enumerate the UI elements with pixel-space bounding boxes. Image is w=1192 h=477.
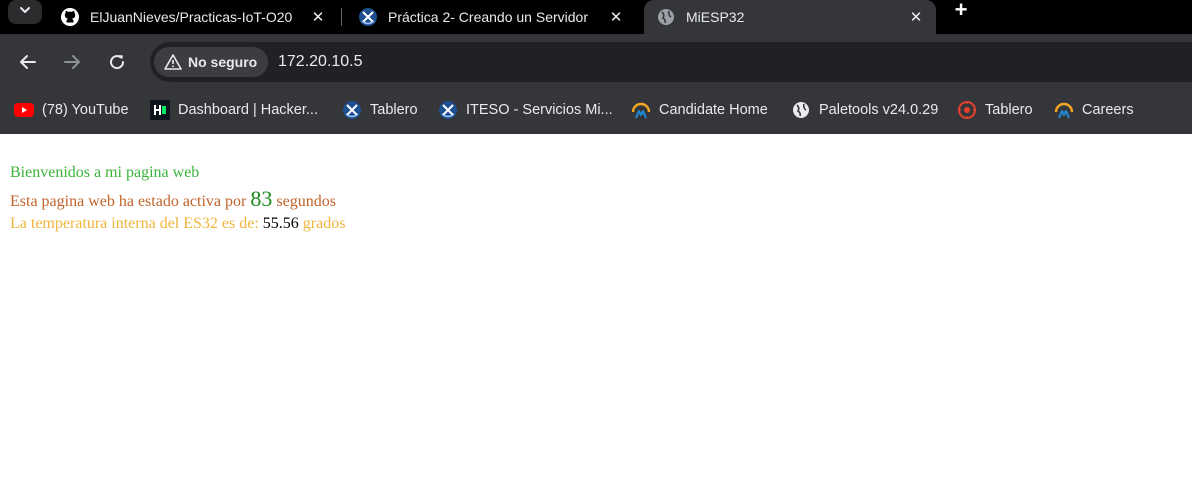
back-button[interactable] (12, 46, 44, 78)
tab-strip: ElJuanNieves/Practicas-IoT-O20 ✕ Práctic… (0, 0, 1192, 34)
temperature-value: 55.56 (262, 215, 299, 232)
security-chip[interactable]: No seguro (154, 47, 268, 77)
close-icon[interactable]: ✕ (308, 7, 328, 27)
bookmark-label: (78) YouTube (42, 102, 129, 118)
bookmarks-bar: (78) YouTube Dashboard | Hacker... Table… (0, 90, 1192, 134)
reload-button[interactable] (101, 46, 133, 78)
tab-github[interactable]: ElJuanNieves/Practicas-IoT-O20 ✕ (48, 0, 338, 34)
bookmark-label: Paletools v24.0.29 (819, 102, 939, 118)
bookmark-label: Candidate Home (659, 102, 768, 118)
tab-title: ElJuanNieves/Practicas-IoT-O20 (90, 9, 293, 25)
bookmark-candidate-home[interactable]: Candidate Home (631, 90, 768, 130)
warning-icon (164, 53, 182, 71)
tab-practica[interactable]: Práctica 2- Creando un Servidor ✕ (346, 0, 636, 34)
github-icon (60, 7, 80, 27)
bookmark-label: ITESO - Servicios Mi... (466, 102, 613, 118)
bookmark-label: Dashboard | Hacker... (178, 102, 318, 118)
temperature-line: La temperatura interna del ES32 es de: 5… (10, 215, 345, 233)
security-label: No seguro (188, 54, 258, 70)
tab-search-button[interactable] (8, 0, 42, 24)
hackerrank-icon (150, 100, 170, 120)
uptime-suffix: segundos (272, 193, 336, 210)
iteso-icon (438, 100, 458, 120)
bookmark-paletools[interactable]: Paletools v24.0.29 (791, 90, 938, 130)
temperature-suffix: grados (298, 215, 346, 232)
tab-title: Práctica 2- Creando un Servidor (388, 9, 588, 25)
bookmark-label: Careers (1082, 102, 1134, 118)
bookmark-label: Tablero (985, 102, 1033, 118)
bookmark-label: Tablero (370, 102, 418, 118)
bookmark-iteso-servicios[interactable]: ITESO - Servicios Mi... (438, 90, 613, 130)
close-icon[interactable]: ✕ (906, 7, 926, 27)
tab-title: MiESP32 (686, 9, 745, 25)
toolbar: No seguro 172.20.10.5 (0, 34, 1192, 90)
new-tab-button[interactable]: + (948, 0, 974, 22)
arrow-left-icon (20, 55, 36, 69)
tab-separator (341, 8, 342, 26)
uptime-line: Esta pagina web ha estado activa por 83 … (10, 186, 336, 212)
temperature-prefix: La temperatura interna del ES32 es de: (10, 215, 263, 232)
chevron-down-icon (18, 3, 32, 22)
iteso-icon (358, 7, 378, 27)
close-icon[interactable]: ✕ (606, 7, 626, 27)
bookmark-tablero-canvas[interactable]: Tablero (957, 90, 1033, 130)
iteso-icon (342, 100, 362, 120)
url-text[interactable]: 172.20.10.5 (278, 53, 363, 71)
globe-icon (791, 100, 811, 120)
youtube-icon (14, 100, 34, 120)
candidate-icon (631, 100, 651, 120)
welcome-text: Bienvenidos a mi pagina web (10, 164, 200, 181)
reload-icon (110, 55, 125, 70)
candidate-icon (1054, 100, 1074, 120)
tab-miesp32[interactable]: MiESP32 ✕ (644, 0, 936, 34)
page-content: Bienvenidos a mi pagina web Esta pagina … (0, 134, 1192, 477)
canvas-icon (957, 100, 977, 120)
arrow-right-icon (64, 55, 80, 69)
bookmark-hackerrank[interactable]: Dashboard | Hacker... (150, 90, 318, 130)
uptime-prefix: Esta pagina web ha estado activa por (10, 193, 251, 210)
address-bar[interactable]: No seguro 172.20.10.5 (150, 42, 1192, 82)
bookmark-careers[interactable]: Careers (1054, 90, 1134, 130)
globe-icon (656, 7, 676, 27)
uptime-value: 83 (250, 186, 273, 211)
forward-button[interactable] (56, 46, 88, 78)
bookmark-tablero-iteso[interactable]: Tablero (342, 90, 418, 130)
bookmark-youtube[interactable]: (78) YouTube (14, 90, 129, 130)
